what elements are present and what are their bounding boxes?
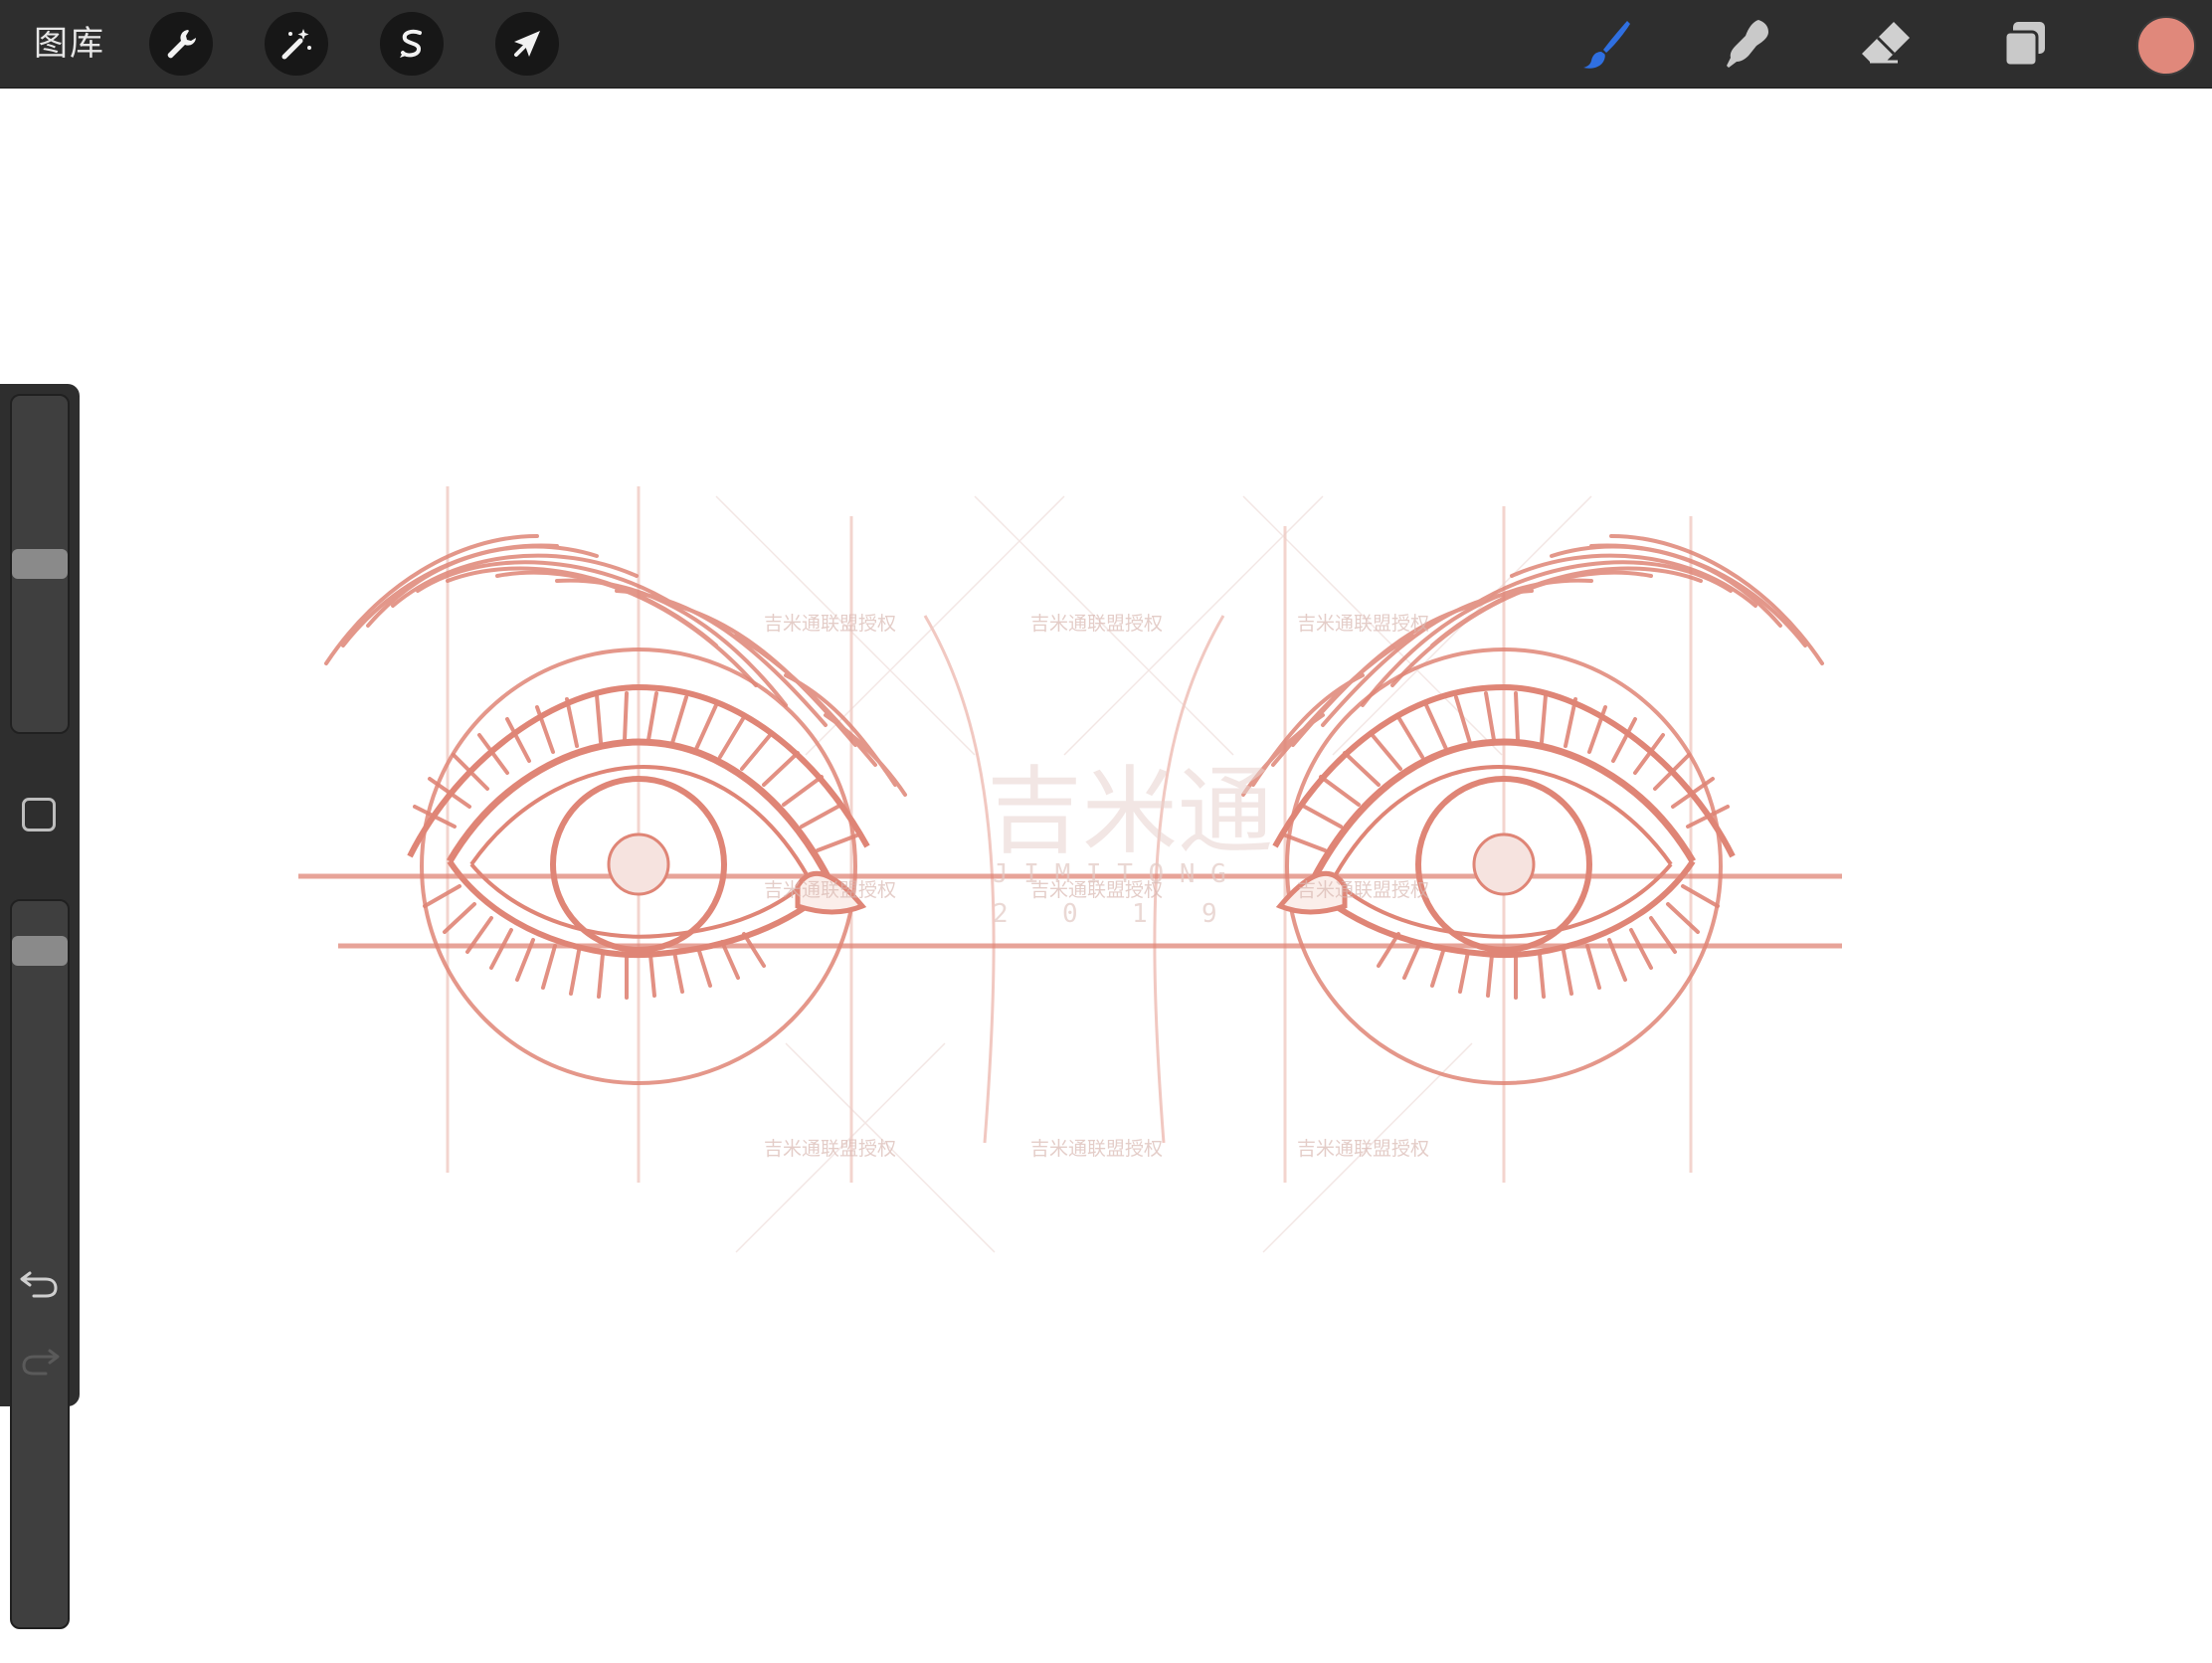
selection-s-icon — [400, 29, 422, 58]
svg-text:吉米通联盟授权: 吉米通联盟授权 — [1297, 879, 1429, 901]
wrench-icon — [167, 30, 196, 59]
undo-icon[interactable] — [18, 1259, 62, 1303]
top-toolbar: 图库 — [0, 0, 2212, 89]
transform-button[interactable] — [495, 12, 559, 76]
layers-icon — [2003, 22, 2045, 68]
smudge-icon — [1727, 20, 1768, 68]
brush-size-thumb[interactable] — [12, 549, 68, 579]
svg-text:1: 1 — [1132, 899, 1148, 929]
paint-tool-button[interactable] — [1577, 14, 1637, 74]
magic-wand-icon — [281, 29, 311, 60]
redo-icon[interactable] — [18, 1337, 62, 1381]
svg-text:吉米通联盟授权: 吉米通联盟授权 — [1030, 613, 1163, 635]
selection-button[interactable] — [380, 12, 444, 76]
svg-text:吉米通: 吉米通 — [987, 756, 1273, 867]
brush-size-slider[interactable] — [10, 394, 70, 734]
actions-button[interactable] — [149, 12, 213, 76]
svg-text:2: 2 — [993, 899, 1009, 929]
arrow-cursor-icon — [514, 31, 540, 57]
eye-sketch-artwork: 吉米通联盟授权 吉米通联盟授权 吉米通联盟授权 吉米通联盟授权 吉米通联盟授权 … — [298, 486, 1842, 1253]
svg-text:吉米通联盟授权: 吉米通联盟授权 — [764, 613, 896, 635]
eraser-icon — [1862, 22, 1910, 64]
gallery-button[interactable]: 图库 — [34, 18, 105, 70]
opacity-thumb[interactable] — [12, 936, 68, 966]
adjustments-button[interactable] — [265, 12, 328, 76]
svg-text:吉米通联盟授权: 吉米通联盟授权 — [1297, 1138, 1429, 1160]
drawing-canvas[interactable]: 吉米通联盟授权 吉米通联盟授权 吉米通联盟授权 吉米通联盟授权 吉米通联盟授权 … — [0, 89, 2212, 1659]
svg-text:0: 0 — [1062, 899, 1078, 929]
svg-text:J I M I T O N G: J I M I T O N G — [993, 859, 1226, 889]
svg-text:9: 9 — [1201, 899, 1217, 929]
modify-button[interactable] — [22, 798, 56, 832]
layers-button[interactable] — [1995, 14, 2055, 74]
svg-text:吉米通联盟授权: 吉米通联盟授权 — [1030, 1138, 1163, 1160]
svg-text:吉米通联盟授权: 吉米通联盟授权 — [1297, 613, 1429, 635]
smudge-tool-button[interactable] — [1717, 14, 1776, 74]
side-toolbar — [0, 384, 80, 1629]
svg-text:吉米通联盟授权: 吉米通联盟授权 — [764, 879, 896, 901]
color-picker-button[interactable] — [2136, 16, 2196, 76]
eraser-tool-button[interactable] — [1856, 14, 1916, 74]
svg-text:吉米通联盟授权: 吉米通联盟授权 — [764, 1138, 896, 1160]
brush-icon — [1583, 21, 1630, 69]
